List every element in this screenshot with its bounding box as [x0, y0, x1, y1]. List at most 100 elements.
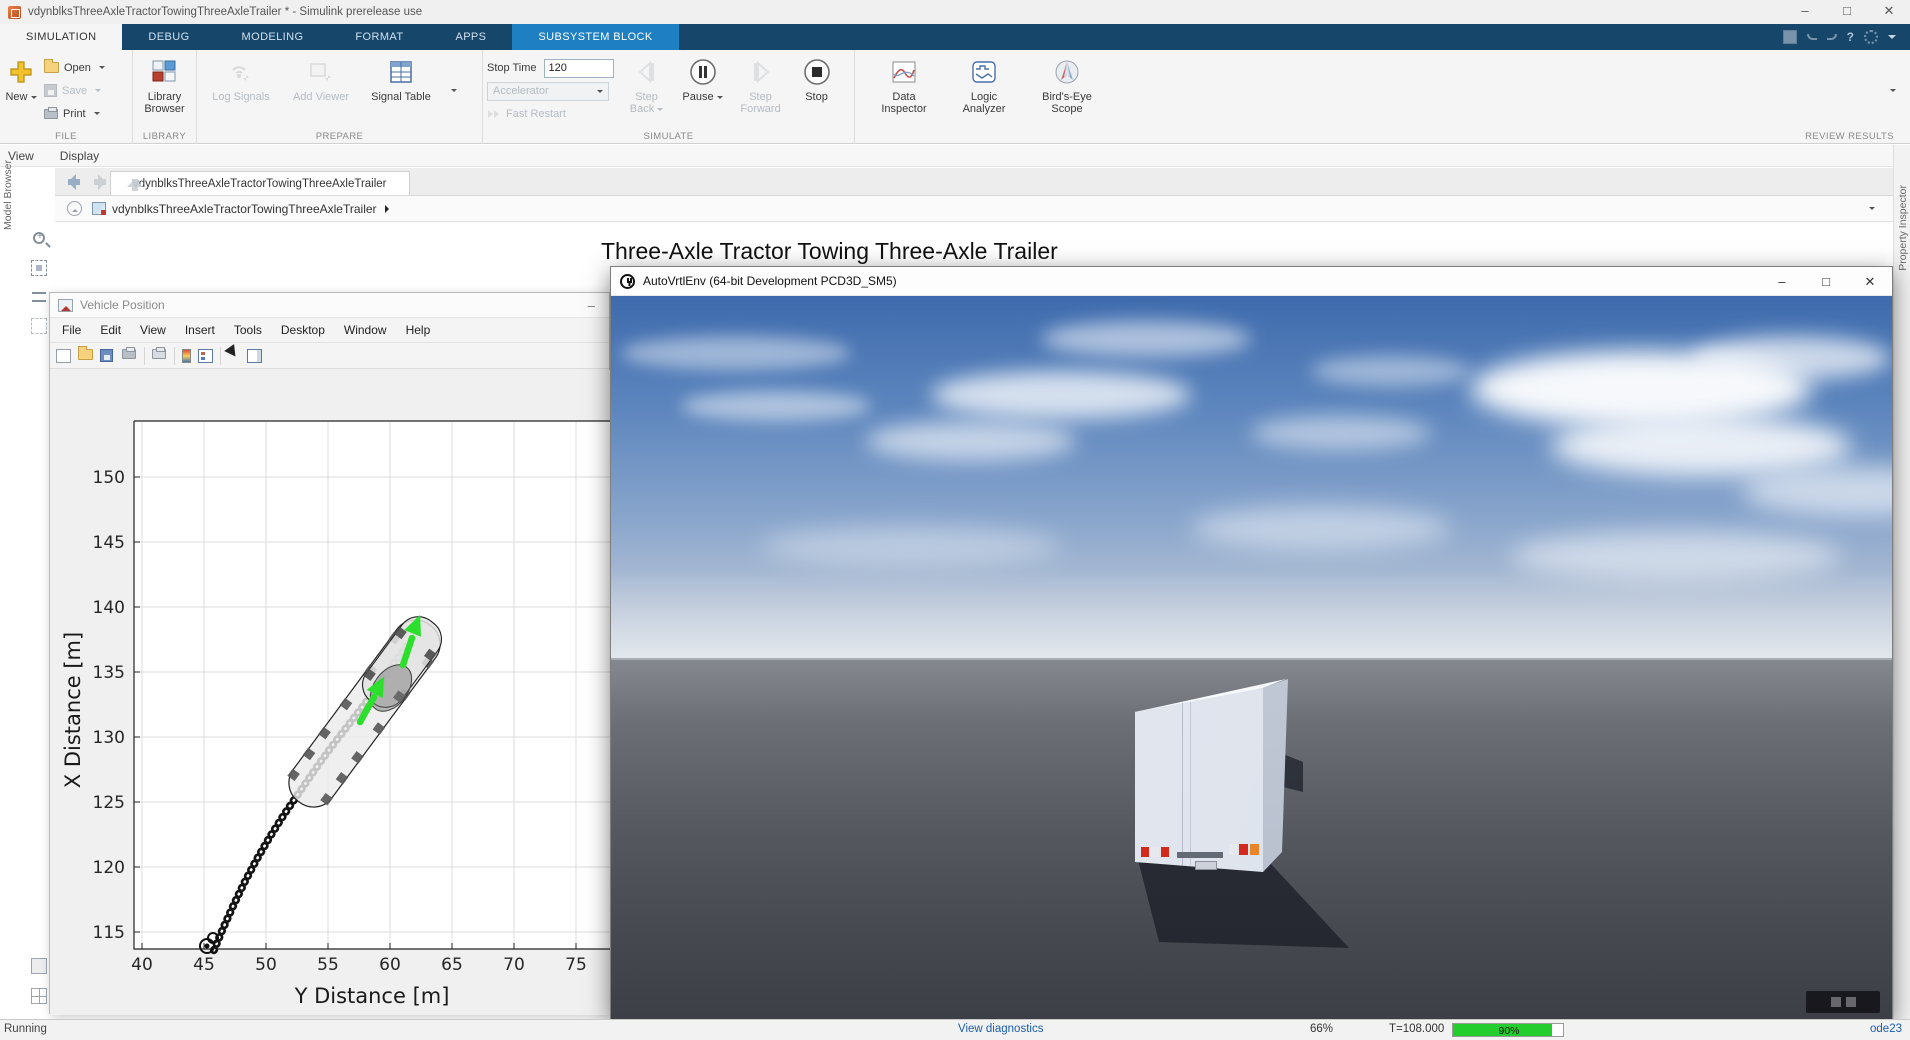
tab-debug[interactable]: DEBUG	[122, 24, 215, 50]
log-signals-button[interactable]: Log Signals	[208, 55, 274, 126]
new-caret-icon	[30, 95, 37, 102]
ribbon-overflow-caret-icon[interactable]	[1890, 89, 1896, 95]
status-solver[interactable]: ode23	[1870, 1023, 1902, 1035]
minimize-button[interactable]: –	[1784, 0, 1826, 24]
new-figure-icon[interactable]	[56, 348, 71, 363]
section-label-file: FILE	[55, 131, 77, 142]
tab-format[interactable]: FORMAT	[329, 24, 429, 50]
stop-time-input[interactable]	[543, 58, 614, 78]
nav-forward-icon[interactable]	[92, 174, 114, 190]
svg-text:130: 130	[93, 728, 125, 748]
pause-button[interactable]: Pause	[680, 55, 726, 126]
taillight-right	[1229, 844, 1259, 855]
new-button[interactable]: New	[4, 55, 38, 126]
autovrtlenv-window[interactable]: AutoVrtlEnv (64-bit Development PCD3D_SM…	[610, 266, 1893, 1019]
breadcrumb-caret-icon[interactable]	[1869, 207, 1875, 213]
close-button[interactable]: ✕	[1868, 0, 1910, 24]
section-label-simulate: SIMULATE	[643, 131, 694, 142]
cloud	[1251, 416, 1431, 450]
link-plot-icon[interactable]	[152, 346, 166, 359]
property-editor-icon[interactable]	[247, 348, 262, 363]
print-figure-icon[interactable]	[122, 346, 136, 359]
data-inspector-button[interactable]: Data Inspector	[871, 55, 937, 126]
svg-text:120: 120	[93, 858, 125, 878]
fast-restart-toggle[interactable]: Fast Restart	[487, 105, 614, 123]
signal-table-button[interactable]: Signal Table	[368, 55, 434, 126]
tab-simulation[interactable]: SIMULATION	[0, 24, 123, 50]
prepare-more-caret-icon[interactable]	[451, 89, 457, 95]
autovrtlenv-titlebar[interactable]: AutoVrtlEnv (64-bit Development PCD3D_SM…	[611, 267, 1892, 296]
plot-area[interactable]: 40 45 50 55 60 65 70 75 115 120 125 130 135 140 145 150…	[50, 370, 611, 1015]
nav-back-icon[interactable]	[60, 174, 82, 190]
cloud	[931, 371, 1191, 419]
logic-analyzer-button[interactable]: Logic Analyzer	[951, 55, 1017, 126]
figure-titlebar[interactable]: Vehicle Position –	[50, 293, 609, 318]
tab-subsystem-block[interactable]: SUBSYSTEM BLOCK	[512, 24, 679, 50]
figure-menu-help[interactable]: Help	[406, 323, 431, 337]
stop-button[interactable]: Stop	[796, 55, 838, 126]
property-inspector-rail[interactable]: Property Inspector	[1893, 145, 1910, 1019]
vehicle-position-window[interactable]: Vehicle Position – File Edit View Insert…	[49, 292, 611, 1015]
help-icon[interactable]: ?	[1847, 30, 1854, 44]
stop-time-label: Stop Time	[487, 62, 537, 74]
engine-watermark	[1806, 991, 1880, 1013]
breadcrumb-up-icon[interactable]	[67, 201, 82, 216]
quick-access-caret-icon[interactable]	[1888, 35, 1896, 43]
insert-legend-icon[interactable]	[198, 348, 213, 363]
figure-menu-insert[interactable]: Insert	[185, 323, 215, 337]
document-tab[interactable]: vdynblksThreeAxleTractorTowingThreeAxleT…	[110, 171, 410, 195]
cloud	[1041, 321, 1251, 357]
figure-menu-view[interactable]: View	[140, 323, 166, 337]
step-forward-button[interactable]: Step Forward	[736, 55, 786, 126]
save-button[interactable]: Save	[44, 81, 105, 101]
progress-label: 90%	[1498, 1025, 1520, 1037]
simulink-app-icon	[8, 5, 21, 19]
svg-text:145: 145	[93, 533, 125, 553]
zoom-icon[interactable]	[33, 231, 45, 244]
svg-text:55: 55	[317, 955, 339, 975]
add-viewer-button[interactable]: Add Viewer	[288, 55, 354, 126]
vrtl-close-button[interactable]: ✕	[1848, 268, 1892, 295]
figure-menu-desktop[interactable]: Desktop	[281, 323, 325, 337]
vrtl-maximize-button[interactable]: □	[1804, 268, 1848, 295]
step-back-button[interactable]: Step Back	[624, 55, 670, 126]
menu-display[interactable]: Display	[60, 149, 99, 163]
save-icon[interactable]	[1782, 30, 1797, 44]
screenshot-icon[interactable]	[31, 958, 47, 974]
3d-scene[interactable]	[611, 296, 1892, 1019]
figure-menu-edit[interactable]: Edit	[100, 323, 121, 337]
model-browser-rail[interactable]: Model Browser	[2, 160, 14, 230]
edit-plot-cursor-icon[interactable]	[224, 344, 244, 365]
simulation-mode-select[interactable]: Accelerator	[487, 81, 609, 101]
open-button[interactable]: Open	[44, 58, 105, 78]
signal-routing-icon[interactable]	[32, 292, 46, 302]
layers-icon[interactable]	[31, 988, 47, 1004]
undo-icon[interactable]	[1806, 34, 1817, 40]
vrtl-minimize-button[interactable]: –	[1760, 268, 1804, 295]
svg-text:75: 75	[565, 955, 587, 975]
print-button[interactable]: Print	[44, 104, 105, 124]
cloud	[866, 421, 1076, 461]
gear-icon[interactable]	[1864, 30, 1878, 44]
maximize-button[interactable]: □	[1826, 0, 1868, 24]
tab-modeling[interactable]: MODELING	[216, 24, 330, 50]
figure-minimize-icon[interactable]: –	[588, 298, 595, 313]
insert-colorbar-icon[interactable]	[182, 348, 191, 363]
view-diagnostics-link[interactable]: View diagnostics	[958, 1023, 1043, 1035]
annotation-icon[interactable]	[31, 318, 47, 334]
redo-icon[interactable]	[1826, 34, 1837, 40]
fit-to-view-icon[interactable]	[31, 260, 47, 276]
save-figure-icon[interactable]	[100, 348, 113, 362]
open-file-icon[interactable]	[78, 345, 93, 360]
birds-eye-scope-button[interactable]: Bird's-Eye Scope	[1031, 55, 1103, 126]
library-browser-button[interactable]: Library Browser	[137, 55, 192, 126]
figure-menu-window[interactable]: Window	[344, 323, 387, 337]
tab-apps[interactable]: APPS	[429, 24, 512, 50]
section-label-library: LIBRARY	[142, 131, 187, 142]
pause-icon	[689, 59, 716, 85]
figure-menu-tools[interactable]: Tools	[234, 323, 262, 337]
figure-menu-file[interactable]: File	[62, 323, 81, 337]
nav-up-icon[interactable]	[127, 171, 143, 193]
breadcrumb-item[interactable]: vdynblksThreeAxleTractorTowingThreeAxleT…	[112, 202, 377, 216]
svg-text:60: 60	[379, 955, 401, 975]
